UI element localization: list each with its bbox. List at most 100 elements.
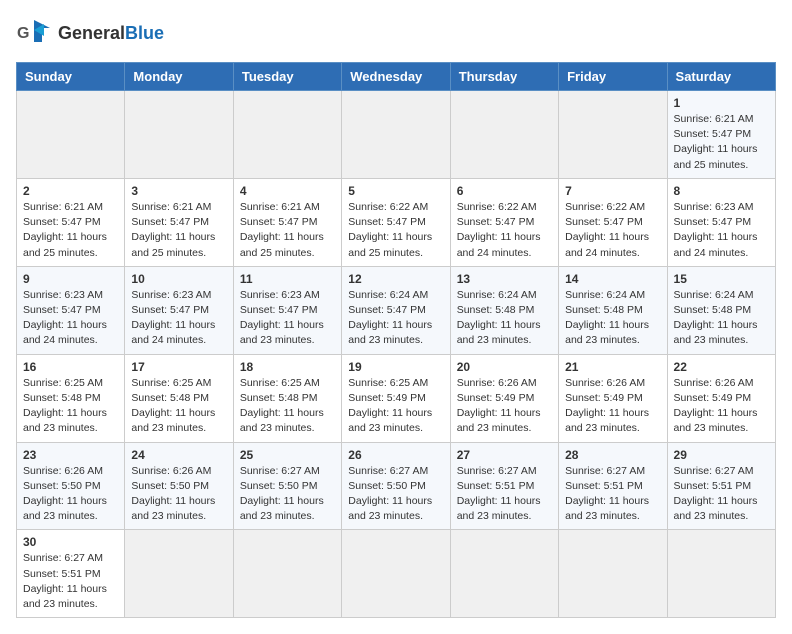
column-header-sunday: Sunday [17,63,125,91]
day-number: 9 [23,272,118,286]
day-number: 20 [457,360,552,374]
day-info: Sunrise: 6:23 AMSunset: 5:47 PMDaylight:… [240,288,335,349]
calendar-week-1: 1 Sunrise: 6:21 AMSunset: 5:47 PMDaylight… [17,91,776,179]
day-info: Sunrise: 6:26 AMSunset: 5:49 PMDaylight:… [565,376,660,437]
logo: G GeneralBlue [16,16,164,52]
day-info: Sunrise: 6:27 AMSunset: 5:51 PMDaylight:… [674,464,769,525]
column-header-thursday: Thursday [450,63,558,91]
day-info: Sunrise: 6:25 AMSunset: 5:48 PMDaylight:… [240,376,335,437]
day-number: 10 [131,272,226,286]
day-number: 11 [240,272,335,286]
calendar-day: 2Sunrise: 6:21 AMSunset: 5:47 PMDaylight… [17,178,125,266]
day-number: 26 [348,448,443,462]
calendar-day: 29 Sunrise: 6:27 AMSunset: 5:51 PMDayligh… [667,442,775,530]
calendar-week-2: 2Sunrise: 6:21 AMSunset: 5:47 PMDaylight… [17,178,776,266]
calendar-day [559,91,667,179]
calendar-day: 9Sunrise: 6:23 AMSunset: 5:47 PMDaylight… [17,266,125,354]
day-info: Sunrise: 6:24 AMSunset: 5:48 PMDaylight:… [565,288,660,349]
day-info: Sunrise: 6:26 AMSunset: 5:50 PMDaylight:… [23,464,118,525]
day-info: Sunrise: 6:24 AMSunset: 5:47 PMDaylight:… [348,288,443,349]
calendar-day: 13 Sunrise: 6:24 AMSunset: 5:48 PMDayligh… [450,266,558,354]
calendar-day [342,91,450,179]
day-info: Sunrise: 6:26 AMSunset: 5:50 PMDaylight:… [131,464,226,525]
calendar-day: 20 Sunrise: 6:26 AMSunset: 5:49 PMDayligh… [450,354,558,442]
day-number: 1 [674,96,769,110]
calendar-day: 17 Sunrise: 6:25 AMSunset: 5:48 PMDayligh… [125,354,233,442]
calendar-day: 3 Sunrise: 6:21 AMSunset: 5:47 PMDaylight… [125,178,233,266]
day-number: 19 [348,360,443,374]
day-info: Sunrise: 6:25 AMSunset: 5:48 PMDaylight:… [131,376,226,437]
page-header: G GeneralBlue [16,16,776,52]
calendar-day: 26Sunrise: 6:27 AMSunset: 5:50 PMDayligh… [342,442,450,530]
day-info: Sunrise: 6:21 AMSunset: 5:47 PMDaylight:… [674,112,769,173]
day-info: Sunrise: 6:26 AMSunset: 5:49 PMDaylight:… [457,376,552,437]
day-number: 14 [565,272,660,286]
calendar-day: 4Sunrise: 6:21 AMSunset: 5:47 PMDaylight… [233,178,341,266]
calendar-week-4: 16 Sunrise: 6:25 AMSunset: 5:48 PMDayligh… [17,354,776,442]
day-info: Sunrise: 6:25 AMSunset: 5:48 PMDaylight:… [23,376,118,437]
day-info: Sunrise: 6:26 AMSunset: 5:49 PMDaylight:… [674,376,769,437]
day-number: 12 [348,272,443,286]
day-number: 27 [457,448,552,462]
calendar-week-5: 23Sunrise: 6:26 AMSunset: 5:50 PMDayligh… [17,442,776,530]
day-number: 29 [674,448,769,462]
day-info: Sunrise: 6:27 AMSunset: 5:51 PMDaylight:… [23,551,118,612]
calendar-day [450,91,558,179]
day-number: 17 [131,360,226,374]
day-info: Sunrise: 6:27 AMSunset: 5:50 PMDaylight:… [240,464,335,525]
calendar-day: 24Sunrise: 6:26 AMSunset: 5:50 PMDayligh… [125,442,233,530]
day-info: Sunrise: 6:22 AMSunset: 5:47 PMDaylight:… [565,200,660,261]
day-number: 30 [23,535,118,549]
calendar-day: 18 Sunrise: 6:25 AMSunset: 5:48 PMDayligh… [233,354,341,442]
calendar-day: 19 Sunrise: 6:25 AMSunset: 5:49 PMDayligh… [342,354,450,442]
calendar-day: 11 Sunrise: 6:23 AMSunset: 5:47 PMDayligh… [233,266,341,354]
calendar-body: 1 Sunrise: 6:21 AMSunset: 5:47 PMDaylight… [17,91,776,618]
calendar-day: 22 Sunrise: 6:26 AMSunset: 5:49 PMDayligh… [667,354,775,442]
day-number: 22 [674,360,769,374]
day-info: Sunrise: 6:22 AMSunset: 5:47 PMDaylight:… [457,200,552,261]
calendar-day [342,530,450,618]
calendar-day: 16 Sunrise: 6:25 AMSunset: 5:48 PMDayligh… [17,354,125,442]
column-header-wednesday: Wednesday [342,63,450,91]
calendar-day: 7 Sunrise: 6:22 AMSunset: 5:47 PMDaylight… [559,178,667,266]
day-number: 15 [674,272,769,286]
day-info: Sunrise: 6:21 AMSunset: 5:47 PMDaylight:… [23,200,118,261]
logo-icon: G [16,16,52,52]
calendar-week-3: 9 Sunrise: 6:23 AMSunset: 5:47 PMDaylight… [17,266,776,354]
column-header-saturday: Saturday [667,63,775,91]
day-number: 18 [240,360,335,374]
calendar-day [233,91,341,179]
column-header-friday: Friday [559,63,667,91]
calendar-day: 12 Sunrise: 6:24 AMSunset: 5:47 PMDayligh… [342,266,450,354]
calendar-day: 8Sunrise: 6:23 AMSunset: 5:47 PMDaylight… [667,178,775,266]
day-number: 13 [457,272,552,286]
calendar-day: 25 Sunrise: 6:27 AMSunset: 5:50 PMDayligh… [233,442,341,530]
calendar-day: 27 Sunrise: 6:27 AMSunset: 5:51 PMDayligh… [450,442,558,530]
calendar-day: 23Sunrise: 6:26 AMSunset: 5:50 PMDayligh… [17,442,125,530]
day-number: 21 [565,360,660,374]
day-info: Sunrise: 6:21 AMSunset: 5:47 PMDaylight:… [240,200,335,261]
calendar-day [667,530,775,618]
day-number: 7 [565,184,660,198]
calendar-day [17,91,125,179]
day-info: Sunrise: 6:24 AMSunset: 5:48 PMDaylight:… [457,288,552,349]
calendar-header: SundayMondayTuesdayWednesdayThursdayFrid… [17,63,776,91]
day-number: 16 [23,360,118,374]
day-info: Sunrise: 6:27 AMSunset: 5:51 PMDaylight:… [565,464,660,525]
calendar-day: 1 Sunrise: 6:21 AMSunset: 5:47 PMDaylight… [667,91,775,179]
day-number: 8 [674,184,769,198]
calendar-table: SundayMondayTuesdayWednesdayThursdayFrid… [16,62,776,618]
day-number: 28 [565,448,660,462]
calendar-day: 28 Sunrise: 6:27 AMSunset: 5:51 PMDayligh… [559,442,667,530]
logo-text: GeneralBlue [58,24,164,44]
day-info: Sunrise: 6:23 AMSunset: 5:47 PMDaylight:… [131,288,226,349]
day-info: Sunrise: 6:21 AMSunset: 5:47 PMDaylight:… [131,200,226,261]
day-number: 25 [240,448,335,462]
calendar-day: 30 Sunrise: 6:27 AMSunset: 5:51 PMDayligh… [17,530,125,618]
calendar-day [450,530,558,618]
day-info: Sunrise: 6:27 AMSunset: 5:51 PMDaylight:… [457,464,552,525]
day-info: Sunrise: 6:24 AMSunset: 5:48 PMDaylight:… [674,288,769,349]
svg-text:G: G [17,25,29,42]
day-info: Sunrise: 6:25 AMSunset: 5:49 PMDaylight:… [348,376,443,437]
day-number: 3 [131,184,226,198]
